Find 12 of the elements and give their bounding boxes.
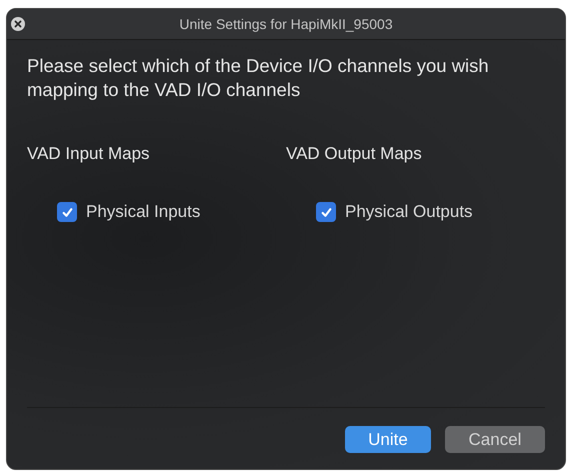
group-heading: VAD Output Maps <box>286 144 423 164</box>
instruction-text: Please select which of the Device I/O channels you wish mapping to the VAD I/O channels <box>27 54 490 102</box>
group-heading: VAD Input Maps <box>27 144 151 164</box>
window-title: Unite Settings for HapiMkII_95003 <box>179 16 393 32</box>
checkmark-icon <box>320 206 332 218</box>
checkbox-label[interactable]: Physical Outputs <box>345 202 473 222</box>
checkbox-label[interactable]: Physical Inputs <box>86 202 200 222</box>
cancel-button[interactable]: Cancel <box>445 426 545 453</box>
close-icon[interactable] <box>11 17 25 31</box>
checkbox[interactable] <box>316 202 336 222</box>
checkbox[interactable] <box>57 202 77 222</box>
checkmark-icon <box>60 206 74 218</box>
